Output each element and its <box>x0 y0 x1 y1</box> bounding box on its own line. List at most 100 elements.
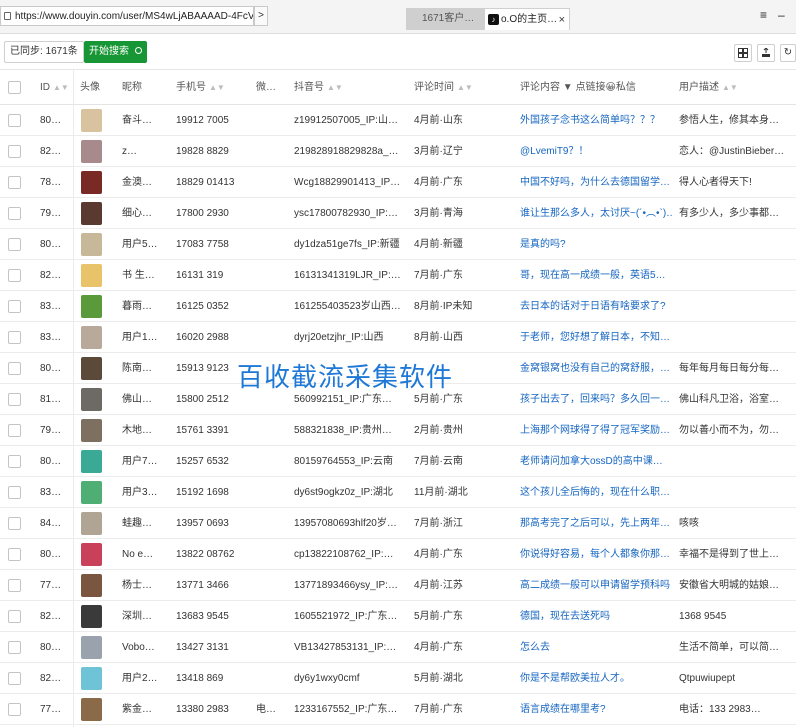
row-checkbox[interactable] <box>8 114 21 127</box>
avatar <box>81 605 102 628</box>
row-checkbox[interactable] <box>8 517 21 530</box>
cell-comment[interactable]: @LvemiT9？！ <box>520 136 672 167</box>
cell-comment[interactable]: 金窝银窝也没有自己的窝舒服，… <box>520 353 672 384</box>
cell-comment[interactable]: 外国孩子念书这么简单吗？？？ <box>520 105 672 136</box>
forward-button[interactable]: > <box>254 6 268 26</box>
row-checkbox[interactable] <box>8 269 21 282</box>
cell-desc <box>679 229 791 260</box>
cell-desc: 生活不简单，可以简… <box>679 642 779 653</box>
avatar <box>81 357 102 380</box>
minimize-icon[interactable]: – <box>778 8 785 22</box>
cell-id: 80… <box>40 239 62 250</box>
avatar <box>81 419 102 442</box>
table-row[interactable]: 82… 书 生… 16131 319 16131341319LJR_IP:… 7月前·广… <box>0 260 796 291</box>
address-bar[interactable]: https://www.douyin.com/user/MS4wLjABAAAA… <box>0 6 254 26</box>
row-checkbox[interactable] <box>8 548 21 561</box>
cell-comment[interactable]: 怎么去 <box>520 632 672 663</box>
table-row[interactable]: 80… 奋斗… 19912 7005 z19912507005_IP:山… 4月前·山东… <box>0 105 796 136</box>
table-row[interactable]: 79… 木地… 15761 3391 588321838_IP:贵州… 2月前·贵州 上海… <box>0 415 796 446</box>
row-checkbox[interactable] <box>8 176 21 189</box>
row-checkbox[interactable] <box>8 145 21 158</box>
col-phone[interactable]: 手机号 ▲▼ <box>176 70 225 105</box>
avatar <box>81 698 102 721</box>
avatar <box>81 326 102 349</box>
cell-wechat <box>256 105 286 136</box>
cell-comment[interactable]: 于老师，您好想了解日本，不知… <box>520 322 672 353</box>
cell-comment[interactable]: 你说得好容易，每个人都象你那… <box>520 539 672 570</box>
table-row[interactable]: 82… 深圳… 13683 9545 1605521972_IP:广东… 5月前·广东 德… <box>0 601 796 632</box>
row-checkbox[interactable] <box>8 238 21 251</box>
cell-nickname: z… <box>122 146 137 157</box>
row-checkbox[interactable] <box>8 362 21 375</box>
cell-comment[interactable]: 上海那个网球得了得了冠军奖励… <box>520 415 672 446</box>
cell-comment[interactable]: 高二成绩一般可以申请留学预科吗 <box>520 570 672 601</box>
avatar <box>81 512 102 535</box>
cell-phone: 15761 3391 <box>176 425 229 436</box>
table-row[interactable]: 78… 金澳… 18829 01413 Wcg18829901413_IP… 4月前·广… <box>0 167 796 198</box>
table-row[interactable]: 80… 用户7… 15257 6532 80159764553_IP:云南 7月前·云南… <box>0 446 796 477</box>
table-row[interactable]: 80… Vobo… 13427 3131 VB13427853131_IP:… 4月前·… <box>0 632 796 663</box>
table-row[interactable]: 80… No e… 13822 08762 cp13822108762_IP:… 4月前… <box>0 539 796 570</box>
cell-comment[interactable]: 你是不是帮欧美拉人才。 <box>520 663 672 694</box>
table-row[interactable]: 83… 用户3… 15192 1698 dy6st9ogkz0z_IP:湖北 11月前·… <box>0 477 796 508</box>
table-row[interactable]: 83… 用户1… 16020 2988 dyrj20etzjhr_IP:山西 8月前·山… <box>0 322 796 353</box>
cell-comment[interactable]: 老师请问加拿大ossD的高中课… <box>520 446 672 477</box>
row-checkbox[interactable] <box>8 641 21 654</box>
col-douyin[interactable]: 抖音号 ▲▼ <box>294 70 343 105</box>
row-checkbox[interactable] <box>8 300 21 313</box>
cell-comment[interactable]: 去日本的话对于日语有啥要求了? <box>520 291 672 322</box>
cell-comment[interactable]: 是真的吗? <box>520 229 672 260</box>
table-row[interactable]: 82… z… 19828 8829 219828918829828a_… 3月前·辽宁 @… <box>0 136 796 167</box>
cell-comment[interactable]: 语言成绩在哪里考? <box>520 694 672 725</box>
row-checkbox[interactable] <box>8 486 21 499</box>
close-tab-icon[interactable]: × <box>559 9 565 31</box>
row-checkbox[interactable] <box>8 393 21 406</box>
col-time[interactable]: 评论时间 ▲▼ <box>414 70 473 105</box>
cell-id: 81… <box>40 394 62 405</box>
cell-comment[interactable]: 那高考完了之后可以，先上两年… <box>520 508 672 539</box>
table-row[interactable]: 80… 用户5… 17083 7758 dy1dza51ge7fs_IP:新疆 4月前·… <box>0 229 796 260</box>
row-checkbox[interactable] <box>8 424 21 437</box>
cell-comment[interactable]: 德国，现在去送死吗 <box>520 601 672 632</box>
col-desc[interactable]: 用户描述 ▲▼ <box>679 70 738 105</box>
row-checkbox[interactable] <box>8 579 21 592</box>
table-row[interactable]: 77… 紫金… 13380 2983 电… 1233167552_IP:广东… 7月前·广… <box>0 694 796 725</box>
cell-comment[interactable]: 孩子出去了，回来吗？多久回一… <box>520 384 672 415</box>
douyin-logo-icon: ♪ <box>488 14 499 25</box>
export-icon[interactable] <box>757 44 775 62</box>
cell-comment[interactable]: 哥，现在高一成绩一般，英语5… <box>520 260 672 291</box>
row-checkbox[interactable] <box>8 703 21 716</box>
col-nickname: 昵称 <box>122 82 142 93</box>
table-row[interactable]: 82… 用户2… 13418 869 dy6y1wxy0cmf 5月前·湖北 你是不是帮欧… <box>0 663 796 694</box>
grid-icon[interactable] <box>734 44 752 62</box>
tab-profile[interactable]: ♪ o.O的主页… × <box>484 8 570 30</box>
cell-desc <box>679 477 791 508</box>
table-row[interactable]: 83… 暮雨… 16125 0352 161255403523岁山西… 8月前·IP未知… <box>0 291 796 322</box>
menu-icon[interactable]: ≡ <box>760 8 767 22</box>
tab-label: 1671客户… <box>422 13 475 24</box>
row-checkbox[interactable] <box>8 455 21 468</box>
cell-id: 82… <box>40 611 62 622</box>
table-row[interactable]: 79… 细心… 17800 2930 ysc17800782930_IP:… 3月前·青… <box>0 198 796 229</box>
table-row[interactable]: 77… 杨士… 13771 3466 13771893466ysy_IP:… 4月前·江… <box>0 570 796 601</box>
col-comment[interactable]: 评论内容 ▼ 点链接😀私信 <box>520 70 636 105</box>
table-row[interactable]: 84… 蛙趣… 13957 0693 13957080693hlf20岁… 7月前·浙江… <box>0 508 796 539</box>
cell-phone: 13683 9545 <box>176 611 229 622</box>
cell-nickname: 金澳… <box>122 177 152 188</box>
row-checkbox[interactable] <box>8 207 21 220</box>
select-all-checkbox[interactable] <box>8 81 21 94</box>
row-checkbox[interactable] <box>8 672 21 685</box>
col-id[interactable]: ID ▲▼ <box>40 70 69 105</box>
cell-comment[interactable]: 这个孩儿全后悔的，现在什么职… <box>520 477 672 508</box>
start-search-button[interactable]: 开始搜索 <box>84 41 147 63</box>
row-checkbox[interactable] <box>8 331 21 344</box>
cell-douyin: Wcg18829901413_IP… <box>294 177 401 188</box>
row-checkbox[interactable] <box>8 610 21 623</box>
cell-comment[interactable]: 中国不好吗，为什么去德国留学… <box>520 167 672 198</box>
refresh-icon[interactable]: ↻ <box>780 44 796 62</box>
cell-phone: 15192 1698 <box>176 487 229 498</box>
tab-customers[interactable]: 1671客户… <box>406 8 484 30</box>
cell-desc: Qtpuwiupept <box>679 673 736 684</box>
cell-comment[interactable]: 谁让生那么多人，太讨厌~(´•︵•`)… <box>520 198 672 229</box>
cell-id: 80… <box>40 456 62 467</box>
